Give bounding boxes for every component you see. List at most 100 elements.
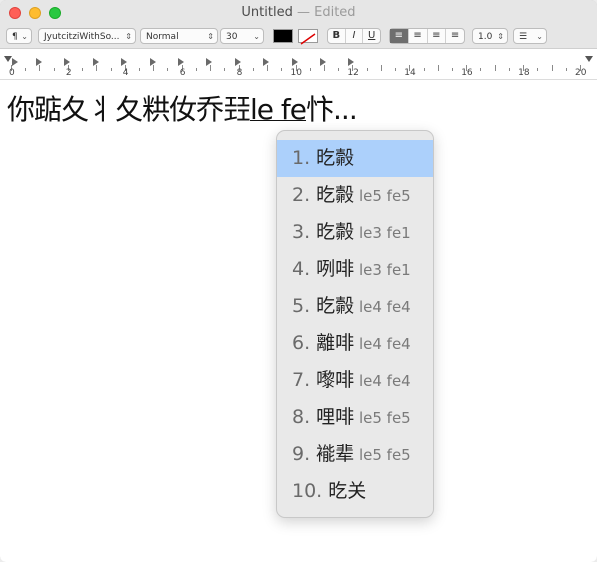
background-color-well[interactable] bbox=[298, 29, 318, 45]
chevron-down-icon: ⌄ bbox=[253, 32, 260, 41]
ruler-tick bbox=[395, 68, 397, 71]
committed-text: 你踮夂丬夂粠㚢乔㠭 bbox=[7, 93, 251, 126]
candidate-romanization: le5 fe5 bbox=[354, 187, 411, 205]
candidate-number: 1. bbox=[292, 147, 317, 169]
title-bar[interactable]: Untitled — Edited bbox=[0, 0, 597, 27]
ruler-tick bbox=[494, 65, 496, 71]
line-spacing-popup[interactable]: 1.0 ⇕ bbox=[472, 28, 508, 44]
candidate-text: 㫓关 bbox=[328, 480, 367, 502]
line-spacing-value: 1.0 bbox=[478, 32, 493, 42]
tab-stop-marker[interactable] bbox=[263, 58, 269, 66]
ruler-tick bbox=[224, 68, 226, 71]
ruler-tick bbox=[366, 68, 368, 71]
ruler-number: 16 bbox=[461, 68, 473, 78]
candidate-number: 9. bbox=[292, 443, 317, 465]
ruler-number: 4 bbox=[122, 68, 129, 78]
left-indent-marker[interactable] bbox=[4, 56, 12, 62]
candidate-text: 咧啡 bbox=[316, 258, 355, 280]
ruler-tick bbox=[437, 65, 439, 71]
candidate-romanization: le4 fe4 bbox=[354, 335, 411, 353]
window-title: Untitled — Edited bbox=[0, 5, 597, 20]
ruler-number: 0 bbox=[9, 68, 15, 78]
paragraph-style-popup[interactable]: ¶ ⌄ bbox=[6, 28, 32, 44]
paragraph-style-label: ¶ bbox=[12, 32, 18, 42]
typeface-label: Normal bbox=[146, 32, 179, 42]
candidate-item[interactable]: 4. 咧啡 le3 fe1 bbox=[277, 251, 433, 288]
candidate-number: 7. bbox=[292, 369, 317, 391]
candidate-number: 5. bbox=[292, 295, 317, 317]
candidate-item[interactable]: 1. 㫓㲉 bbox=[277, 140, 433, 177]
alignment-segment: ≡ ≡ ≡ ≡ bbox=[389, 28, 465, 44]
list-bullets-icon: ☰ bbox=[519, 32, 528, 42]
text-color-well[interactable] bbox=[273, 29, 293, 43]
align-right-button[interactable]: ≡ bbox=[428, 29, 447, 43]
ruler-number: 12 bbox=[347, 68, 359, 78]
font-family-popup[interactable]: JyutcitziWithSo... ⇕ bbox=[38, 28, 136, 44]
candidate-item[interactable]: 10. 㫓关 bbox=[277, 473, 433, 510]
ruler-number: 8 bbox=[236, 68, 243, 78]
ruler-tick bbox=[565, 68, 567, 71]
candidate-item[interactable]: 7. 嚟啡 le4 fe4 bbox=[277, 362, 433, 399]
list-style-popup[interactable]: ☰ ⌄ bbox=[513, 28, 547, 44]
candidate-romanization: le3 fe1 bbox=[354, 224, 411, 242]
stepper-icon: ⇕ bbox=[207, 32, 214, 41]
bold-button[interactable]: B bbox=[328, 29, 346, 43]
candidate-item[interactable]: 3. 㫓㲉 le3 fe1 bbox=[277, 214, 433, 251]
edited-indicator: — Edited bbox=[292, 5, 356, 20]
chevron-down-icon: ⌄ bbox=[21, 32, 28, 41]
candidate-item[interactable]: 5. 㫓㲉 le4 fe4 bbox=[277, 288, 433, 325]
font-family-label: JyutcitziWithSo... bbox=[44, 32, 120, 42]
candidate-text: 嚟啡 bbox=[316, 369, 355, 391]
right-indent-marker[interactable] bbox=[585, 56, 593, 62]
composition-text: le fe bbox=[250, 93, 307, 126]
ruler-tick bbox=[338, 68, 340, 71]
ruler-tick bbox=[139, 68, 141, 71]
ruler-tick bbox=[167, 68, 169, 71]
align-center-button[interactable]: ≡ bbox=[409, 29, 428, 43]
candidate-item[interactable]: 6. 離啡 le4 fe4 bbox=[277, 325, 433, 362]
ruler-tick bbox=[309, 68, 311, 71]
ruler-tick bbox=[267, 65, 269, 71]
ruler-tick bbox=[551, 65, 553, 71]
underline-button[interactable]: U bbox=[363, 29, 380, 43]
candidate-item[interactable]: 2. 㫓㲉 le5 fe5 bbox=[277, 177, 433, 214]
ruler[interactable]: 0 2 4 6 8 10 12 14 16 18 20 bbox=[0, 49, 597, 80]
ruler-tick bbox=[281, 68, 283, 71]
typeface-popup[interactable]: Normal ⇕ bbox=[140, 28, 218, 44]
format-bar: ¶ ⌄ JyutcitziWithSo... ⇕ Normal ⇕ 30 ⌄ B I U… bbox=[0, 26, 597, 49]
candidate-romanization: le3 fe1 bbox=[354, 261, 411, 279]
ruler-tick bbox=[380, 65, 382, 71]
ruler-tick bbox=[252, 68, 254, 71]
ruler-tick bbox=[210, 65, 212, 71]
font-size-field[interactable]: 30 ⌄ bbox=[220, 28, 264, 44]
align-left-button[interactable]: ≡ bbox=[390, 29, 409, 43]
ruler-tick bbox=[423, 68, 425, 71]
font-style-segment: B I U bbox=[327, 28, 381, 44]
document-text-line: 你踮夂丬夂粠㚢乔㠭le fe忭... bbox=[7, 88, 358, 128]
tab-stop-marker[interactable] bbox=[12, 58, 18, 66]
candidate-number: 4. bbox=[292, 258, 317, 280]
ruler-tick bbox=[451, 68, 453, 71]
chevron-down-icon: ⌄ bbox=[536, 32, 543, 41]
ruler-tick bbox=[480, 68, 482, 71]
stepper-icon: ⇕ bbox=[125, 32, 132, 41]
candidate-number: 10. bbox=[292, 480, 329, 502]
candidate-text: 褦辈 bbox=[316, 443, 355, 465]
ruler-number: 2 bbox=[65, 68, 72, 78]
candidate-number: 6. bbox=[292, 332, 317, 354]
candidate-romanization: le5 fe5 bbox=[354, 409, 411, 427]
candidate-item[interactable]: 8. 哩啡 le5 fe5 bbox=[277, 399, 433, 436]
ruler-tick bbox=[508, 68, 510, 71]
ruler-number: 20 bbox=[575, 68, 587, 78]
ruler-tick bbox=[82, 68, 84, 71]
ruler-number: 10 bbox=[290, 68, 302, 78]
font-size-value: 30 bbox=[226, 32, 238, 42]
candidate-item[interactable]: 9. 褦辈 le5 fe5 bbox=[277, 436, 433, 473]
justify-button[interactable]: ≡ bbox=[446, 29, 464, 43]
ruler-tick bbox=[323, 65, 325, 71]
italic-button[interactable]: I bbox=[346, 29, 364, 43]
candidate-number: 3. bbox=[292, 221, 317, 243]
candidate-text: 離啡 bbox=[316, 332, 355, 354]
ruler-tick bbox=[53, 68, 55, 71]
candidate-text: 哩啡 bbox=[316, 406, 355, 428]
